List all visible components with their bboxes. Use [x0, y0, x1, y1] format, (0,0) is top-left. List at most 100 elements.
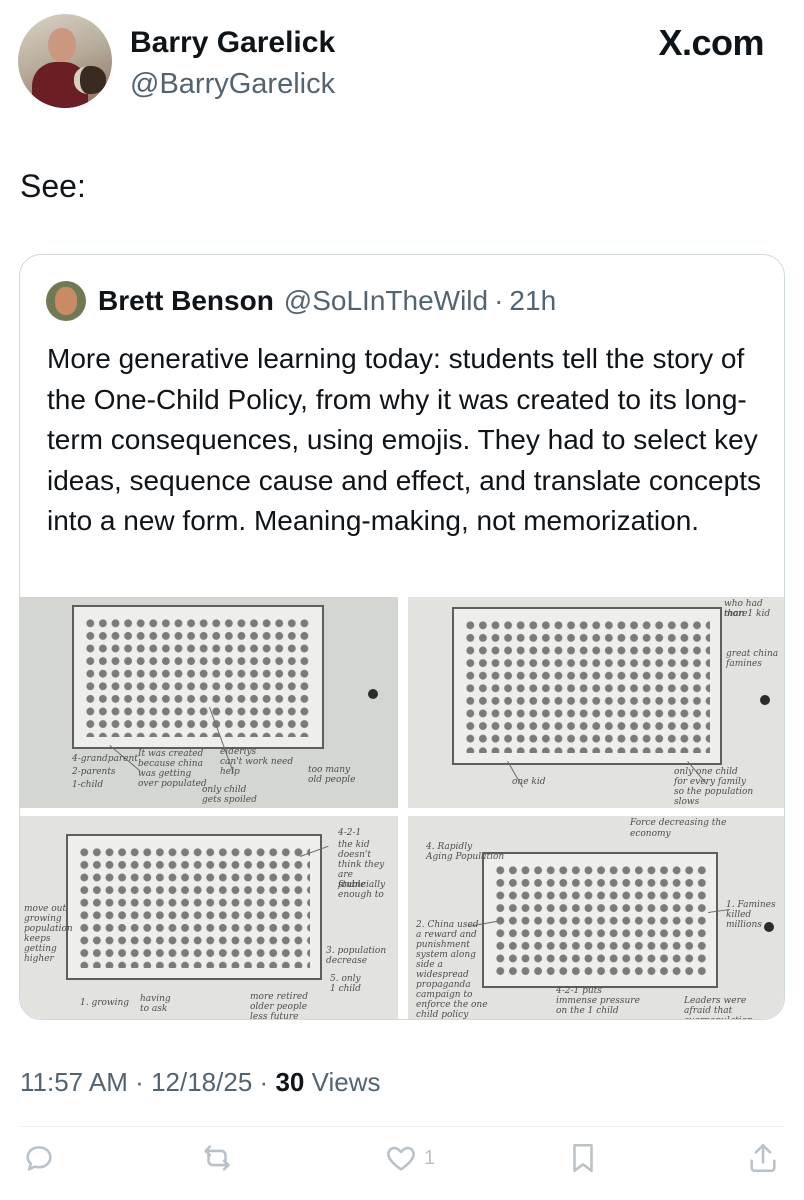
post-date[interactable]: 12/18/25	[151, 1067, 252, 1097]
views-count: 30	[275, 1067, 305, 1097]
actions-divider	[20, 1126, 784, 1127]
handwritten-note: Force decreasing the	[630, 818, 727, 828]
handwritten-note: so the population	[674, 787, 754, 797]
avatar-face	[48, 28, 76, 62]
emoji-worksheet	[482, 852, 718, 988]
share-icon	[750, 1143, 776, 1173]
photo-2[interactable]: who had more than 1 kid great china fami…	[408, 597, 784, 808]
meta-separator: ·	[135, 1067, 144, 1097]
handwritten-note: 1 child	[330, 984, 361, 994]
handwritten-note: can't work need	[220, 757, 294, 767]
repost-button[interactable]	[200, 1138, 234, 1178]
post-actions-bar: 1	[0, 1138, 804, 1178]
handwritten-note: widespread	[416, 970, 469, 980]
x-brand-logo: X.com	[658, 22, 764, 63]
hole-punch	[368, 689, 378, 699]
handwritten-note: 1-child	[72, 780, 104, 790]
quoted-post-author[interactable]: Brett Benson @SoLInTheWild · 21h	[46, 281, 556, 321]
handwritten-note: gets spoiled	[202, 795, 257, 805]
handwritten-note: It was created	[138, 749, 204, 759]
heart-icon	[387, 1146, 415, 1171]
meta-separator: ·	[259, 1067, 269, 1097]
handwritten-note: 2-parents	[72, 767, 116, 777]
handwritten-note: afraid that overpopulation	[684, 1006, 753, 1019]
handwritten-note: campaign to	[416, 990, 473, 1000]
handwritten-note: the kid	[338, 840, 370, 850]
handwritten-note: was getting	[138, 769, 192, 779]
handwritten-note: side a	[416, 960, 443, 970]
handwritten-note: older people	[250, 1002, 308, 1012]
quoted-post-text: More generative learning today: students…	[47, 343, 761, 536]
author-handle[interactable]: @BarryGarelick	[130, 66, 335, 102]
handwritten-note: elderlys	[220, 747, 257, 757]
handwritten-note: economy	[630, 829, 671, 839]
handwritten-note: having	[140, 994, 171, 1004]
handwritten-note: because china	[138, 759, 203, 769]
quoted-post-time[interactable]: 21h	[509, 285, 556, 317]
handwritten-note: 3. population	[326, 946, 387, 956]
quoted-avatar-face	[55, 287, 77, 315]
handwritten-note: killed millions	[726, 910, 762, 930]
quoted-post-separator: ·	[494, 285, 504, 316]
handwritten-note: population	[24, 924, 73, 934]
handwritten-note: a reward and	[416, 930, 477, 940]
handwritten-note: immense pressure	[556, 996, 640, 1006]
handwritten-note: than 1 kid	[724, 609, 771, 619]
emoji-worksheet	[66, 834, 322, 980]
handwritten-note: slows	[674, 797, 700, 807]
handwritten-note: 4-2-1	[338, 828, 362, 838]
handwritten-note: move out	[24, 904, 67, 914]
handwritten-note: higher	[24, 954, 54, 964]
handwritten-note: for every family	[674, 777, 746, 787]
handwritten-note: great china	[726, 649, 779, 659]
handwritten-note: enough to	[338, 890, 384, 900]
post-time[interactable]: 11:57 AM	[20, 1067, 128, 1097]
share-button[interactable]	[746, 1138, 780, 1178]
handwritten-note: 2. China used	[416, 920, 479, 930]
like-button[interactable]: 1	[384, 1138, 435, 1178]
handwritten-note: 1. Famines	[726, 900, 776, 910]
photo-4[interactable]: 4. Rapidly Aging Population Force decrea…	[408, 816, 784, 1020]
quoted-post-photo-grid: 4-grandparent 2-parents 1-child It was c…	[20, 597, 784, 1020]
quoted-post[interactable]: Brett Benson @SoLInTheWild · 21h More ge…	[19, 254, 785, 1020]
handwritten-note: 5. only	[330, 974, 361, 984]
reply-button[interactable]	[22, 1138, 56, 1178]
photo-3[interactable]: 4-2-1 the kid doesn't think they are fin…	[20, 816, 398, 1019]
handwritten-note: Aging Population	[426, 852, 505, 862]
handwritten-note: getting	[24, 944, 57, 954]
emoji-grid	[464, 619, 710, 753]
bookmark-button[interactable]	[566, 1138, 600, 1178]
emoji-grid	[78, 846, 310, 968]
handwritten-note: 4-2-1 puts	[556, 986, 602, 996]
handwritten-note: enforce the one	[416, 1000, 488, 1010]
handwritten-note: only child	[202, 785, 247, 795]
emoji-worksheet	[452, 607, 722, 765]
handwritten-note: old people	[308, 775, 356, 785]
handwritten-note: 4-grandparent	[72, 754, 138, 764]
handwritten-note: propaganda	[416, 980, 471, 990]
handwritten-note: stable	[338, 880, 366, 890]
quoted-author-handle[interactable]: @SoLInTheWild	[284, 285, 488, 317]
handwritten-note: over populated	[138, 779, 207, 789]
handwritten-note: on the 1 child	[556, 1006, 619, 1016]
author-avatar[interactable]	[18, 14, 112, 108]
handwritten-note: doesn't	[338, 850, 372, 860]
bookmark-icon	[573, 1143, 593, 1173]
handwritten-note: growing	[24, 914, 62, 924]
emoji-worksheet	[72, 605, 324, 749]
like-count: 1	[424, 1146, 436, 1169]
author-display-name[interactable]: Barry Garelick	[130, 26, 335, 60]
quoted-author-avatar[interactable]	[46, 281, 86, 321]
emoji-grid	[84, 617, 312, 737]
handwritten-note: help	[220, 767, 240, 777]
photo-1[interactable]: 4-grandparent 2-parents 1-child It was c…	[20, 597, 398, 808]
views-label: Views	[311, 1067, 381, 1097]
handwritten-note: think they	[338, 860, 385, 870]
hole-punch	[760, 695, 770, 705]
handwritten-note: to ask	[140, 1004, 168, 1014]
handwritten-note: one kid	[512, 777, 546, 787]
handwritten-note: child policy	[416, 1010, 469, 1020]
repost-icon	[204, 1145, 230, 1171]
post-author[interactable]: Barry Garelick @BarryGarelick	[18, 14, 335, 108]
quoted-author-display-name[interactable]: Brett Benson	[98, 285, 274, 317]
